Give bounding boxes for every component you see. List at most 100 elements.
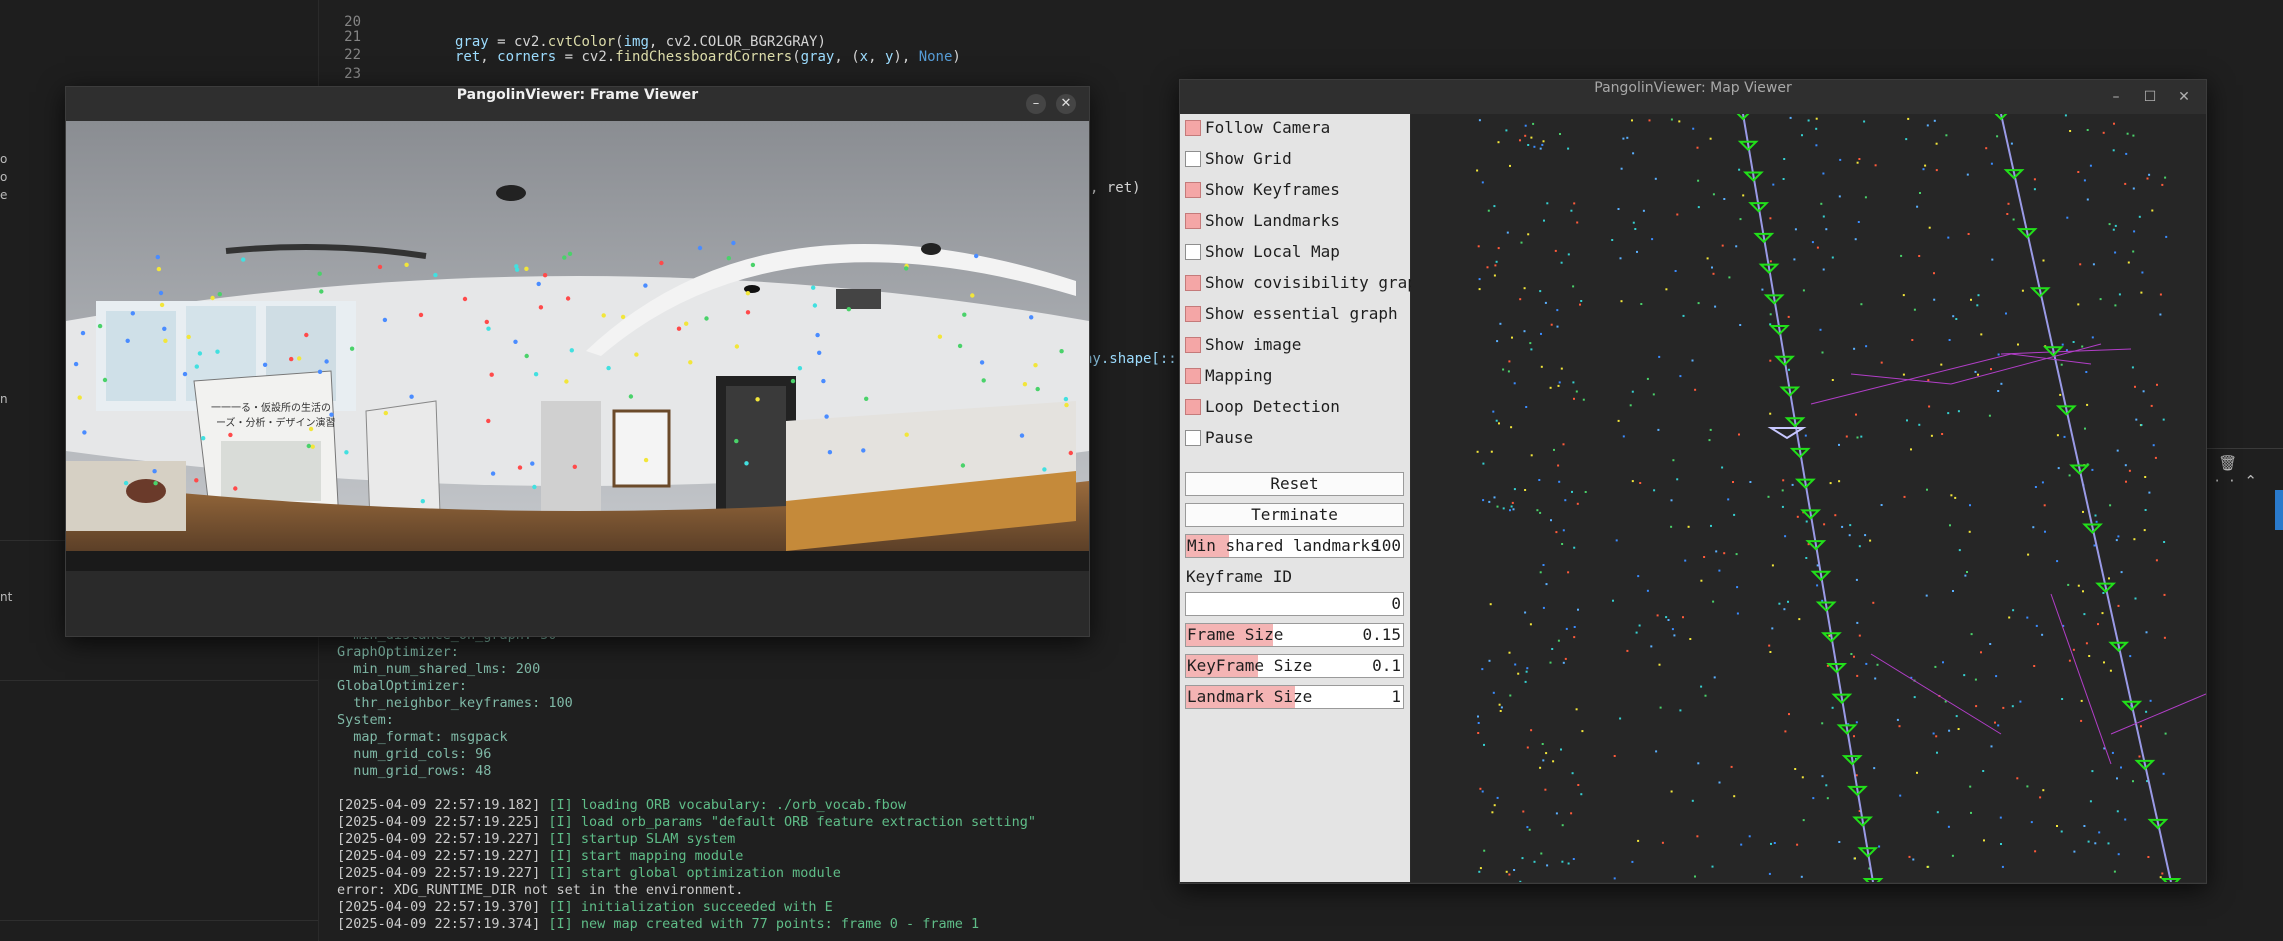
feature-point: [404, 262, 409, 267]
feature-point: [155, 254, 160, 260]
landmark-point: [1679, 709, 1682, 712]
map-3d-canvas[interactable]: [1411, 114, 2206, 882]
checkbox-box[interactable]: [1185, 337, 1201, 353]
checkbox-show-covisibility-graph[interactable]: Show covisibility graph: [1185, 271, 1445, 295]
reset-button[interactable]: Reset: [1185, 472, 1404, 496]
checkbox-box[interactable]: [1185, 213, 1201, 229]
feature-point: [153, 481, 158, 486]
landmark-point: [1532, 122, 1535, 125]
landmark-point: [2061, 698, 2064, 700]
landmark-point: [1670, 525, 1673, 528]
landmark-point: [1682, 314, 1685, 317]
checkbox-box[interactable]: [1185, 368, 1201, 384]
checkbox-mapping[interactable]: Mapping: [1185, 364, 1445, 388]
sidebar-fragment[interactable]: n: [0, 392, 8, 406]
landmark-point: [1838, 841, 1841, 843]
landmark-point: [2069, 130, 2072, 132]
chevron-up-icon[interactable]: ⌃: [2244, 472, 2267, 490]
checkbox-show-essential-graph[interactable]: Show essential graph: [1185, 302, 1445, 326]
landmark-point: [1700, 685, 1703, 688]
landmark-point: [1912, 858, 1915, 861]
minimize-button[interactable]: –: [2106, 87, 2126, 107]
landmark-point: [1825, 228, 1828, 231]
landmark-point: [1783, 158, 1786, 160]
landmark-point: [1656, 614, 1659, 617]
sidebar-fragment[interactable]: o: [0, 170, 7, 184]
landmark-point: [2011, 705, 2014, 708]
checkbox-show-landmarks[interactable]: Show Landmarks: [1185, 209, 1445, 233]
checkbox-box[interactable]: [1185, 306, 1201, 322]
minimize-button[interactable]: –: [1026, 94, 1046, 114]
graph-edge: [1850, 373, 1952, 385]
map-view[interactable]: [1411, 114, 2206, 882]
terminate-button[interactable]: Terminate: [1185, 503, 1404, 527]
checkbox-box[interactable]: [1185, 120, 1201, 136]
checkbox-box[interactable]: [1185, 244, 1201, 260]
checkbox-box[interactable]: [1185, 182, 1201, 198]
landmark-point: [1626, 649, 1629, 652]
landmark-point: [2033, 188, 2036, 191]
feature-point: [524, 266, 529, 271]
sidebar-fragment[interactable]: o: [0, 152, 7, 166]
landmark-point: [1498, 703, 1501, 706]
landmark-point: [1863, 120, 1866, 123]
checkbox-show-keyframes[interactable]: Show Keyframes: [1185, 178, 1445, 202]
landmark-point: [1497, 141, 1500, 144]
landmark-point: [1948, 729, 1951, 732]
close-button[interactable]: ✕: [2174, 87, 2194, 107]
landmark-point: [1910, 448, 1912, 451]
landmark-point: [1637, 575, 1640, 578]
close-button[interactable]: ✕: [1056, 94, 1076, 114]
terminal-line: num_grid_rows: 48: [337, 763, 492, 779]
feature-point: [324, 359, 329, 364]
landmark-point: [1540, 852, 1543, 855]
landmark-point: [1696, 146, 1699, 149]
checkbox-box[interactable]: [1185, 151, 1201, 167]
checkbox-box[interactable]: [1185, 275, 1201, 291]
landmark-point: [1805, 520, 1808, 523]
landmark-point: [1576, 502, 1579, 505]
keyframe-size-slider[interactable]: KeyFrame Size 0.1: [1185, 654, 1404, 678]
landmark-point: [1829, 482, 1832, 485]
checkbox-box[interactable]: [1185, 430, 1201, 446]
checkbox-show-grid[interactable]: Show Grid: [1185, 147, 1445, 171]
frame-viewer-titlebar[interactable]: PangolinViewer: Frame Viewer – ✕: [66, 87, 1089, 121]
checkbox-loop-detection[interactable]: Loop Detection: [1185, 395, 1445, 419]
checkbox-show-image[interactable]: Show image: [1185, 333, 1445, 357]
landmark-point: [1572, 285, 1575, 288]
landmark-size-slider[interactable]: Landmark Size 1: [1185, 685, 1404, 709]
landmark-point: [1711, 865, 1714, 868]
landmark-point: [2082, 590, 2084, 593]
terminal-toolbar[interactable]: ▯🗑···⌃: [2200, 454, 2283, 490]
landmark-point: [1916, 205, 1919, 208]
keyframe-id-field[interactable]: 0: [1185, 592, 1404, 616]
landmark-point: [1934, 665, 1937, 668]
landmark-point: [1526, 667, 1529, 670]
feature-point: [1063, 396, 1069, 402]
feature-point: [937, 334, 943, 339]
frame-size-slider[interactable]: Frame Size 0.15: [1185, 623, 1404, 647]
feature-point: [606, 365, 611, 371]
landmark-point: [1530, 348, 1533, 351]
feature-point: [601, 313, 606, 318]
landmark-point: [1853, 735, 1855, 738]
landmark-point: [1907, 117, 1910, 120]
map-viewer-window[interactable]: PangolinViewer: Map Viewer – ☐ ✕ Follow …: [1179, 79, 2207, 884]
terminal-line: [2025-04-09 22:57:19.227] [I] start glob…: [337, 865, 841, 881]
checkbox-box[interactable]: [1185, 399, 1201, 415]
landmark-point: [2068, 659, 2071, 662]
min-shared-landmarks-slider[interactable]: Min shared landmarks 100: [1185, 534, 1404, 558]
maximize-button[interactable]: ☐: [2140, 87, 2160, 107]
sidebar-fragment[interactable]: e: [0, 188, 7, 202]
landmark-point: [1478, 870, 1481, 873]
landmark-point: [1748, 835, 1751, 838]
trash-icon[interactable]: 🗑: [2218, 454, 2247, 472]
frame-viewer-window[interactable]: PangolinViewer: Frame Viewer – ✕ 一一一る・仮設…: [65, 86, 1090, 637]
feature-point: [634, 352, 639, 357]
checkbox-pause[interactable]: Pause: [1185, 426, 1445, 450]
sidebar-fragment[interactable]: nt: [0, 590, 12, 604]
landmark-point: [2133, 230, 2136, 233]
checkbox-follow-camera[interactable]: Follow Camera: [1185, 116, 1445, 140]
checkbox-show-local-map[interactable]: Show Local Map: [1185, 240, 1445, 264]
map-viewer-titlebar[interactable]: PangolinViewer: Map Viewer – ☐ ✕: [1180, 80, 2206, 114]
